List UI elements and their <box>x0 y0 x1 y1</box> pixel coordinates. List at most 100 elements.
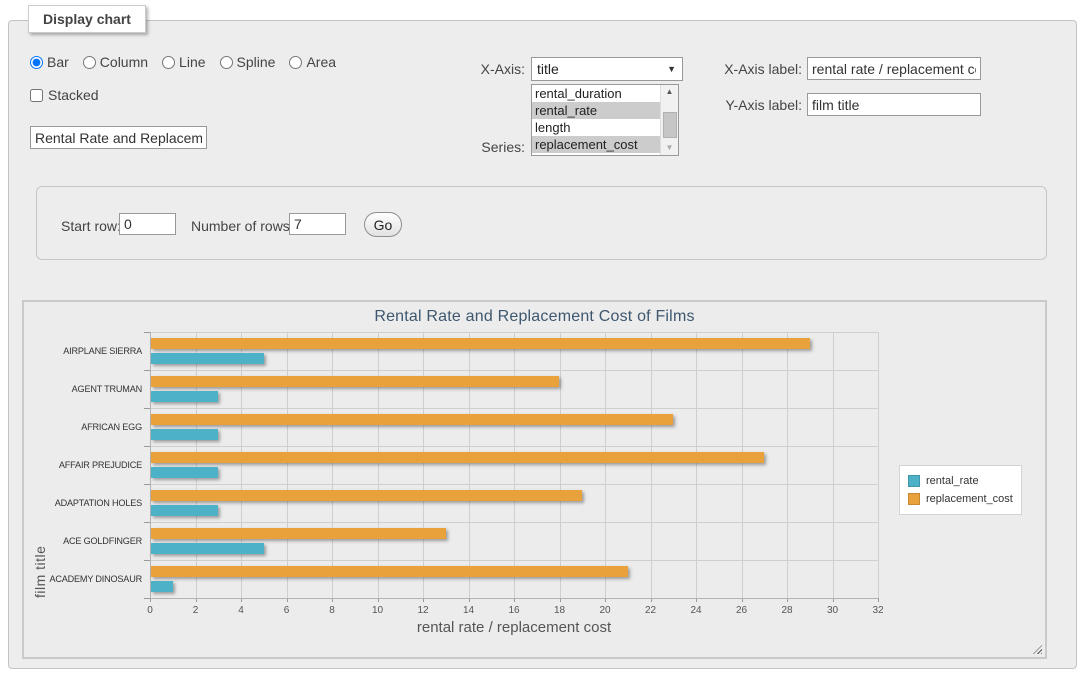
x-gridline <box>514 332 515 598</box>
x-gridline <box>560 332 561 598</box>
series-listbox[interactable]: rental_durationrental_ratelengthreplacem… <box>531 84 679 156</box>
legend-label: rental_rate <box>926 475 979 487</box>
bar-replacement_cost[interactable] <box>151 414 673 425</box>
chart-type-radio-bar[interactable] <box>30 56 43 69</box>
legend-item-replacement_cost[interactable]: replacement_cost <box>908 490 1013 508</box>
y-axis-label-field-label: Y-Axis label: <box>704 97 802 113</box>
x-tick-label: 6 <box>272 605 302 616</box>
x-tick-label: 10 <box>363 605 393 616</box>
bar-replacement_cost[interactable] <box>151 528 446 539</box>
category-label: AIRPLANE SIERRA <box>33 332 142 370</box>
series-option-rental_duration[interactable]: rental_duration <box>532 85 662 102</box>
x-gridline <box>605 332 606 598</box>
legend-swatch-icon <box>908 475 920 487</box>
x-gridline <box>332 332 333 598</box>
page: Display chart Bar Column Line Spline Area St… <box>0 0 1081 681</box>
bar-replacement_cost[interactable] <box>151 566 628 577</box>
start-row-label: Start row: <box>61 218 121 234</box>
stacked-checkbox[interactable] <box>30 89 43 102</box>
series-options: rental_durationrental_ratelengthreplacem… <box>532 85 678 153</box>
go-button[interactable]: Go <box>364 212 402 237</box>
x-axis-label-input[interactable] <box>807 57 981 80</box>
start-row-input[interactable] <box>119 213 176 235</box>
scroll-down-icon[interactable]: ▼ <box>661 141 678 155</box>
bar-rental_rate[interactable] <box>151 505 218 516</box>
bar-rental_rate[interactable] <box>151 467 218 478</box>
chevron-down-icon: ▼ <box>667 64 676 74</box>
chart-type-label: Line <box>179 54 205 70</box>
category-label: AFRICAN EGG <box>33 408 142 446</box>
scrollbar-thumb[interactable] <box>663 112 677 138</box>
chart-type-radio-area[interactable] <box>289 56 302 69</box>
bar-rental_rate[interactable] <box>151 581 173 592</box>
x-tick-label: 20 <box>590 605 620 616</box>
bar-replacement_cost[interactable] <box>151 490 582 501</box>
number-of-rows-input[interactable] <box>289 213 346 235</box>
x-tick-label: 12 <box>408 605 438 616</box>
series-option-length[interactable]: length <box>532 119 662 136</box>
resize-handle-icon[interactable] <box>1033 645 1042 654</box>
x-axis-select[interactable]: title ▼ <box>531 57 683 81</box>
chart-type-label: Spline <box>237 54 276 70</box>
chart-type-radio-spline[interactable] <box>220 56 233 69</box>
chart-type-label: Area <box>306 54 336 70</box>
chart-type-option-line[interactable]: Line <box>162 54 205 70</box>
stacked-checkbox-row[interactable]: Stacked <box>30 87 99 103</box>
number-of-rows-label: Number of rows: <box>191 218 294 234</box>
legend-label: replacement_cost <box>926 493 1013 505</box>
chart-type-radio-line[interactable] <box>162 56 175 69</box>
chart-type-radio-column[interactable] <box>83 56 96 69</box>
x-tick-label: 14 <box>454 605 484 616</box>
x-tick-label: 26 <box>727 605 757 616</box>
bar-replacement_cost[interactable] <box>151 452 764 463</box>
chart-legend: rental_rate replacement_cost <box>899 465 1022 515</box>
chart-type-radio-group: Bar Column Line Spline Area <box>30 54 350 70</box>
chart-type-option-column[interactable]: Column <box>83 54 148 70</box>
chart-container: Rental Rate and Replacement Cost of Film… <box>22 300 1047 659</box>
series-option-replacement_cost[interactable]: replacement_cost <box>532 136 662 153</box>
bar-replacement_cost[interactable] <box>151 338 810 349</box>
x-gridline <box>196 332 197 598</box>
x-gridline <box>742 332 743 598</box>
panel-title: Display chart <box>28 5 146 33</box>
x-gridline <box>878 332 879 598</box>
scroll-up-icon[interactable]: ▲ <box>661 85 678 99</box>
legend-item-rental_rate[interactable]: rental_rate <box>908 472 1013 490</box>
x-gridline <box>696 332 697 598</box>
x-tick-label: 0 <box>135 605 165 616</box>
x-gridline <box>378 332 379 598</box>
x-axis-line <box>150 598 878 599</box>
listbox-scrollbar[interactable]: ▲ ▼ <box>660 85 678 155</box>
y-axis-line <box>150 332 151 598</box>
x-gridline <box>423 332 424 598</box>
chart-type-option-spline[interactable]: Spline <box>220 54 276 70</box>
x-gridline <box>833 332 834 598</box>
x-axis-select-label: X-Axis: <box>430 61 525 77</box>
category-label: ACE GOLDFINGER <box>33 522 142 560</box>
chart-type-option-area[interactable]: Area <box>289 54 336 70</box>
chart-title: Rental Rate and Replacement Cost of Film… <box>24 308 1045 326</box>
series-option-rental_rate[interactable]: rental_rate <box>532 102 662 119</box>
x-tick-label: 24 <box>681 605 711 616</box>
category-label: ADAPTATION HOLES <box>33 484 142 522</box>
chart-type-option-bar[interactable]: Bar <box>30 54 69 70</box>
x-axis-tick <box>878 598 879 602</box>
bar-rental_rate[interactable] <box>151 353 264 364</box>
x-axis-title: rental rate / replacement cost <box>150 619 878 636</box>
legend-swatch-icon <box>908 493 920 505</box>
bar-rental_rate[interactable] <box>151 429 218 440</box>
bar-replacement_cost[interactable] <box>151 376 559 387</box>
chart-title-input[interactable] <box>30 126 207 149</box>
stacked-label: Stacked <box>48 87 99 103</box>
chart-type-label: Column <box>100 54 148 70</box>
x-tick-label: 28 <box>772 605 802 616</box>
bar-rental_rate[interactable] <box>151 543 264 554</box>
y-axis-label-input[interactable] <box>807 93 981 116</box>
x-gridline <box>241 332 242 598</box>
bar-rental_rate[interactable] <box>151 391 218 402</box>
x-tick-label: 16 <box>499 605 529 616</box>
x-axis-label-field-label: X-Axis label: <box>704 61 802 77</box>
x-tick-label: 2 <box>181 605 211 616</box>
category-label: AGENT TRUMAN <box>33 370 142 408</box>
category-label: ACADEMY DINOSAUR <box>33 560 142 598</box>
